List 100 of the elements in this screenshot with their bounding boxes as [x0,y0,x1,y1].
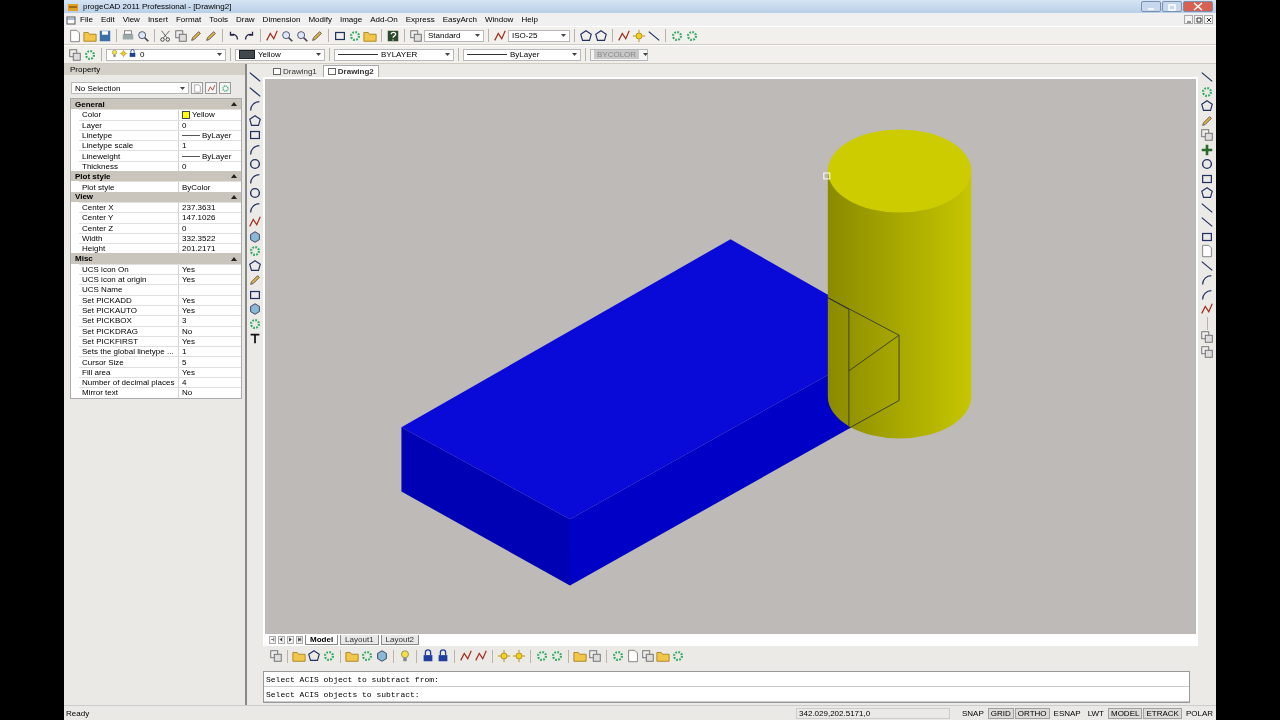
menu-item[interactable]: View [118,15,144,24]
arc-icon[interactable] [1200,287,1214,302]
collapse-icon[interactable] [231,174,237,179]
menu-item[interactable]: Image [335,15,367,24]
polygon-icon[interactable] [1200,99,1214,113]
circle-icon[interactable] [248,186,262,200]
zoom-icon[interactable] [280,28,294,43]
linetype-dropdown[interactable]: BYLAYER [334,48,454,61]
circle-icon[interactable] [248,157,262,171]
copy-icon[interactable] [68,47,82,62]
circle-icon[interactable] [1200,157,1214,171]
scissors-icon[interactable] [159,28,173,43]
pencil-icon[interactable] [204,28,218,43]
menu-item[interactable]: Help [517,15,542,24]
arc-icon[interactable] [248,200,262,215]
select-objects-button[interactable] [191,82,203,94]
text-tool-icon[interactable] [248,331,262,345]
last-tab-button[interactable] [296,635,303,644]
cube-icon[interactable] [248,302,262,316]
restore-button[interactable] [1194,15,1203,24]
section-header[interactable]: Plot style [71,171,241,182]
status-toggle[interactable]: POLAR [1182,707,1216,719]
status-toggle[interactable]: GRID [987,707,1014,719]
pencil-icon[interactable] [310,28,324,43]
quick-select-button[interactable] [205,82,217,94]
cube-icon[interactable] [375,649,389,663]
layout-tab[interactable]: Layout2 [380,634,420,645]
text-style-dropdown[interactable]: Standard [424,29,484,42]
copy-icon[interactable] [641,649,655,663]
drawing-tab[interactable]: Drawing2 [322,65,379,77]
menu-item[interactable]: Add-On [366,15,402,24]
lock-icon[interactable] [421,649,435,663]
document-icon[interactable] [66,14,76,25]
status-toggle[interactable]: LWT [1084,707,1107,719]
line-icon[interactable] [248,84,262,99]
section-header[interactable]: View [71,191,241,202]
copy-icon[interactable] [269,649,283,663]
menu-item[interactable]: Tools [205,15,232,24]
copy-icon[interactable] [174,28,188,43]
arc-icon[interactable] [248,99,262,113]
zigzag-icon[interactable] [1200,302,1214,316]
line-icon[interactable] [647,28,661,43]
layout-tab[interactable]: Model [305,634,339,645]
menu-item[interactable]: Dimension [258,15,305,24]
layer-dropdown[interactable]: 0 [106,48,226,61]
minimize-button[interactable] [1184,15,1193,24]
previous-tab-button[interactable] [278,635,285,644]
rectangle-icon[interactable] [248,128,262,142]
zigzag-icon[interactable] [617,28,631,43]
next-tab-button[interactable] [287,635,294,644]
menu-item[interactable]: File [76,15,97,24]
printer-icon[interactable] [121,28,135,43]
layout-tab[interactable]: Layout1 [340,634,379,645]
save-icon[interactable] [98,28,112,43]
line-icon[interactable] [1200,215,1214,229]
polygon-icon[interactable] [248,258,262,273]
copy-icon[interactable] [1200,344,1214,359]
minimize-button[interactable] [1141,1,1161,12]
menu-item[interactable]: Edit [96,15,119,24]
page-icon[interactable] [68,28,82,43]
color-dropdown[interactable]: Yellow [235,48,325,61]
arc-icon[interactable] [248,142,262,157]
section-header[interactable]: General [71,99,241,110]
drawing-tab[interactable]: Drawing1 [269,66,321,77]
lineweight-dropdown[interactable]: ByLayer [463,48,581,61]
zigzag-icon[interactable] [248,215,262,229]
collapse-icon[interactable] [231,102,237,107]
copy-icon[interactable] [1200,128,1214,142]
polygon-icon[interactable] [594,28,608,43]
line-icon[interactable] [248,70,262,84]
zigzag-icon[interactable] [493,28,507,43]
polygon-icon[interactable] [307,649,321,663]
arc-icon[interactable] [248,171,262,186]
status-toggle[interactable]: ORTHO [1014,707,1050,719]
help-icon[interactable] [386,28,400,43]
pencil-icon[interactable] [189,28,203,43]
line-icon[interactable] [1200,258,1214,273]
line-icon[interactable] [1200,70,1214,84]
menu-item[interactable]: Format [171,15,206,24]
copy-icon[interactable] [588,649,602,663]
menu-item[interactable]: Draw [231,15,259,24]
collapse-icon[interactable] [231,256,237,261]
polygon-icon[interactable] [248,113,262,128]
menu-item[interactable]: EasyArch [438,15,481,24]
menu-item[interactable]: Insert [143,15,172,24]
selection-dropdown[interactable]: No Selection [71,82,189,94]
polygon-icon[interactable] [1200,186,1214,200]
restore-button[interactable] [1162,1,1182,12]
zigzag-icon[interactable] [265,28,279,43]
lock-icon[interactable] [436,649,450,663]
menu-item[interactable]: Modify [304,15,336,24]
move-icon[interactable] [1200,142,1214,157]
drawing-canvas[interactable] [265,79,1196,634]
copy-icon[interactable] [409,28,423,43]
status-toggle[interactable]: SNAP [959,707,987,719]
copy-icon[interactable] [1200,330,1214,344]
polygon-icon[interactable] [579,28,593,43]
dimension-style-dropdown[interactable]: ISO-25 [508,29,570,42]
zoom-icon[interactable] [295,28,309,43]
collapse-icon[interactable] [231,194,237,199]
